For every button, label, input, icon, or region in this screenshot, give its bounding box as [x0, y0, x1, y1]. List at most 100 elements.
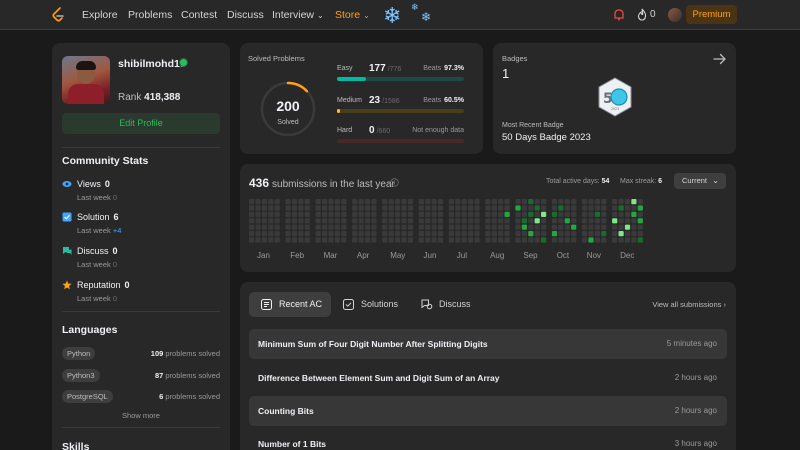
- heatmap-cell[interactable]: [455, 218, 461, 224]
- heatmap-cell[interactable]: [551, 224, 558, 230]
- heatmap-cell[interactable]: [534, 231, 540, 237]
- heatmap-cell[interactable]: [588, 218, 594, 224]
- heatmap-cell[interactable]: [291, 211, 298, 217]
- heatmap-cell[interactable]: [364, 237, 371, 243]
- heatmap-cell[interactable]: [304, 211, 310, 217]
- heatmap-cell[interactable]: [624, 205, 631, 211]
- heatmap-cell[interactable]: [298, 205, 304, 211]
- heatmap-cell[interactable]: [328, 199, 334, 205]
- heatmap-cell[interactable]: [382, 224, 388, 230]
- heatmap-cell[interactable]: [594, 218, 600, 224]
- heatmap-cell[interactable]: [491, 237, 497, 243]
- heatmap-cell[interactable]: [418, 218, 424, 224]
- heatmap-cell[interactable]: [504, 224, 510, 230]
- heatmap-cell[interactable]: [285, 199, 291, 205]
- heatmap-cell[interactable]: [431, 218, 437, 224]
- heatmap-cell[interactable]: [285, 237, 291, 243]
- heatmap-cell[interactable]: [521, 199, 527, 205]
- heatmap-cell[interactable]: [395, 211, 401, 217]
- heatmap-cell[interactable]: [249, 199, 255, 205]
- heatmap-cell[interactable]: [618, 199, 624, 205]
- heatmap-cell[interactable]: [468, 205, 474, 211]
- heatmap-cell[interactable]: [455, 224, 461, 230]
- tab-recent-ac[interactable]: Recent AC: [249, 292, 331, 317]
- heatmap-cell[interactable]: [401, 237, 407, 243]
- heatmap-cell[interactable]: [612, 211, 618, 217]
- heatmap-cell[interactable]: [358, 237, 364, 243]
- nav-explore[interactable]: Explore: [82, 9, 118, 21]
- heatmap-cell[interactable]: [322, 231, 328, 237]
- heatmap-cell[interactable]: [418, 211, 424, 217]
- heatmap-cell[interactable]: [468, 237, 474, 243]
- heatmap-cell-active[interactable]: [521, 224, 527, 230]
- heatmap-cell[interactable]: [341, 224, 347, 230]
- submission-row[interactable]: Number of 1 Bits 3 hours ago: [249, 429, 727, 450]
- heatmap-cell[interactable]: [371, 205, 377, 211]
- heatmap-cell[interactable]: [268, 218, 274, 224]
- heatmap-cell[interactable]: [624, 199, 631, 205]
- heatmap-cell[interactable]: [637, 199, 643, 205]
- tab-discuss[interactable]: Discuss: [409, 292, 485, 317]
- heatmap-cell[interactable]: [455, 205, 461, 211]
- heatmap-cell[interactable]: [425, 199, 431, 205]
- leetcode-logo[interactable]: [51, 7, 65, 23]
- heatmap-cell-active[interactable]: [624, 224, 631, 230]
- heatmap-cell-active[interactable]: [637, 218, 643, 224]
- heatmap-cell[interactable]: [341, 199, 347, 205]
- heatmap-cell[interactable]: [571, 199, 577, 205]
- heatmap-cell[interactable]: [328, 224, 334, 230]
- heatmap-cell[interactable]: [334, 231, 340, 237]
- heatmap-cell[interactable]: [474, 199, 480, 205]
- heatmap-cell[interactable]: [431, 237, 437, 243]
- heatmap-cell[interactable]: [582, 218, 588, 224]
- heatmap-cell[interactable]: [448, 224, 454, 230]
- heatmap-cell[interactable]: [504, 218, 510, 224]
- heatmap-cell[interactable]: [468, 199, 474, 205]
- heatmap-cell[interactable]: [612, 205, 618, 211]
- heatmap-cell-active[interactable]: [571, 224, 577, 230]
- heatmap-cell[interactable]: [448, 205, 454, 211]
- heatmap-cell[interactable]: [304, 199, 310, 205]
- heatmap-cell-active[interactable]: [551, 231, 558, 237]
- heatmap-cell[interactable]: [594, 237, 600, 243]
- heatmap-cell[interactable]: [395, 218, 401, 224]
- fire-icon[interactable]: [637, 8, 647, 21]
- heatmap-cell[interactable]: [461, 205, 467, 211]
- heatmap-cell[interactable]: [274, 205, 280, 211]
- heatmap-cell-active[interactable]: [588, 237, 594, 243]
- heatmap-cell[interactable]: [425, 211, 431, 217]
- heatmap-cell[interactable]: [631, 237, 637, 243]
- heatmap-cell[interactable]: [255, 218, 261, 224]
- heatmap-cell[interactable]: [528, 237, 534, 243]
- heatmap-cell[interactable]: [382, 205, 388, 211]
- heatmap-cell[interactable]: [601, 237, 607, 243]
- heatmap-cell[interactable]: [461, 211, 467, 217]
- heatmap-cell[interactable]: [298, 231, 304, 237]
- heatmap-cell[interactable]: [298, 218, 304, 224]
- heatmap-cell[interactable]: [485, 211, 491, 217]
- heatmap-cell[interactable]: [388, 205, 394, 211]
- heatmap-cell[interactable]: [515, 237, 521, 243]
- heatmap-cell[interactable]: [515, 211, 521, 217]
- heatmap-cell[interactable]: [631, 205, 637, 211]
- heatmap-cell[interactable]: [341, 237, 347, 243]
- heatmap-cell[interactable]: [315, 237, 321, 243]
- heatmap-cell[interactable]: [401, 218, 407, 224]
- heatmap-cell[interactable]: [551, 205, 558, 211]
- heatmap-cell[interactable]: [315, 205, 321, 211]
- heatmap-cell[interactable]: [431, 211, 437, 217]
- heatmap-cell[interactable]: [582, 205, 588, 211]
- heatmap-cell[interactable]: [504, 231, 510, 237]
- heatmap-cell[interactable]: [571, 211, 577, 217]
- heatmap-cell[interactable]: [515, 218, 521, 224]
- heatmap-cell[interactable]: [521, 205, 527, 211]
- heatmap-cell[interactable]: [437, 205, 444, 211]
- heatmap-cell-active[interactable]: [594, 211, 600, 217]
- heatmap-cell[interactable]: [382, 199, 388, 205]
- heatmap-cell[interactable]: [558, 237, 564, 243]
- heatmap-cell[interactable]: [474, 237, 480, 243]
- heatmap-cell[interactable]: [401, 205, 407, 211]
- heatmap-cell[interactable]: [395, 224, 401, 230]
- badge-icon[interactable]: 5 2023: [595, 76, 635, 118]
- heatmap-cell[interactable]: [498, 205, 504, 211]
